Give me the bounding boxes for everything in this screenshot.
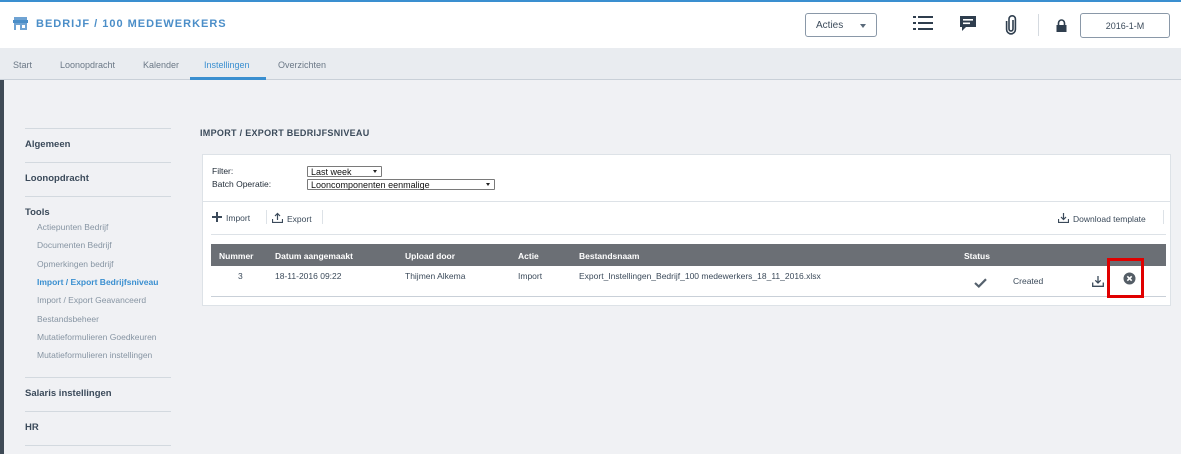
toolbar-underline <box>211 234 1166 235</box>
cell-nummer: 3 <box>238 271 243 281</box>
column-header-actie[interactable]: Actie <box>518 251 539 261</box>
column-header-upload-door[interactable]: Upload door <box>405 251 455 261</box>
download-icon <box>1057 212 1070 225</box>
tab-instellingen[interactable]: Instellingen <box>204 60 250 70</box>
store-icon <box>13 17 28 30</box>
tab-start[interactable]: Start <box>13 60 32 70</box>
period-label: 2016-1-M <box>1105 20 1145 31</box>
column-header-datum-aangemaakt[interactable]: Datum aangemaakt <box>275 251 353 261</box>
toolbar-divider <box>322 210 323 224</box>
chevron-down-icon <box>373 170 377 173</box>
sidebar-item-bestandsbeheer[interactable]: Bestandsbeheer <box>37 314 99 324</box>
plus-icon <box>212 212 222 224</box>
batch-operatie-select[interactable]: Looncomponenten eenmalige <box>307 179 495 190</box>
column-header-bestandsnaam[interactable]: Bestandsnaam <box>579 251 639 261</box>
sidebar-group-tools[interactable]: Tools <box>25 207 50 218</box>
toolbar-divider <box>1163 210 1164 224</box>
sidebar-item-opmerkingen-bedrijf[interactable]: Opmerkingen bedrijf <box>37 259 114 269</box>
main-navigation: Start Loonopdracht Kalender Instellingen… <box>0 48 1181 80</box>
filter-select[interactable]: Last week <box>307 166 382 177</box>
sidebar-divider <box>25 196 171 197</box>
page-title: IMPORT / EXPORT BEDRIJFSNIVEAU <box>200 128 370 138</box>
upload-icon <box>271 212 284 225</box>
batch-operatie-label: Batch Operatie: <box>212 179 272 189</box>
toolbar-divider <box>1038 14 1039 36</box>
comment-icon[interactable] <box>959 15 977 38</box>
active-tab-indicator <box>190 77 266 80</box>
sidebar-item-actiepunten-bedrijf[interactable]: Actiepunten Bedrijf <box>37 222 108 232</box>
breadcrumb[interactable]: BEDRIJF / 100 MEDEWERKERS <box>13 17 227 30</box>
import-button[interactable]: Import <box>212 212 250 224</box>
table-header: Nummer Datum aangemaakt Upload door Acti… <box>211 244 1166 266</box>
cell-status-text: Created <box>1013 276 1044 286</box>
import-label: Import <box>226 213 251 223</box>
sidebar-divider <box>25 162 171 163</box>
list-icon[interactable] <box>913 15 933 36</box>
tab-overzichten[interactable]: Overzichten <box>278 60 326 70</box>
download-file-icon[interactable] <box>1092 274 1104 292</box>
sidebar-group-hr[interactable]: HR <box>25 422 39 433</box>
cell-bestandsnaam: Export_Instellingen_Bedrijf_100 medewerk… <box>579 271 821 281</box>
top-bar: BEDRIJF / 100 MEDEWERKERS Acties 2016-1-… <box>0 0 1181 48</box>
export-button[interactable]: Export <box>271 212 312 225</box>
batch-operatie-select-value: Looncomponenten eenmalige <box>311 180 430 190</box>
sidebar-group-algemeen[interactable]: Algemeen <box>25 139 70 150</box>
chevron-down-icon <box>486 183 490 186</box>
period-selector[interactable]: 2016-1-M <box>1080 13 1170 38</box>
download-template-button[interactable]: Download template <box>1057 212 1146 225</box>
sidebar-item-mutatieformulieren-goedkeuren[interactable]: Mutatieformulieren Goedkeuren <box>37 332 157 342</box>
panel-divider <box>203 201 1170 202</box>
chevron-down-icon <box>860 24 866 28</box>
acties-dropdown[interactable]: Acties <box>805 13 877 37</box>
tab-loonopdracht[interactable]: Loonopdracht <box>60 60 115 70</box>
filter-label: Filter: <box>212 166 234 176</box>
sidebar-divider <box>25 445 171 446</box>
acties-label: Acties <box>816 19 844 31</box>
paperclip-icon[interactable] <box>1005 15 1017 40</box>
sidebar-divider <box>25 411 171 412</box>
import-export-panel: Filter: Last week Batch Operatie: Loonco… <box>202 154 1171 306</box>
delete-highlight-box <box>1107 258 1144 298</box>
column-header-nummer[interactable]: Nummer <box>219 251 253 261</box>
breadcrumb-label: BEDRIJF / 100 MEDEWERKERS <box>36 17 227 30</box>
filter-select-value: Last week <box>311 167 352 177</box>
lock-icon[interactable] <box>1056 19 1067 37</box>
toolbar-divider <box>266 210 267 224</box>
cell-upload-door: Thijmen Alkema <box>405 271 466 281</box>
sidebar-group-loonopdracht[interactable]: Loonopdracht <box>25 173 89 184</box>
download-template-label: Download template <box>1073 213 1146 224</box>
table-row: 3 18-11-2016 09:22 Thijmen Alkema Import… <box>211 266 1166 296</box>
cell-actie: Import <box>518 271 543 281</box>
tab-kalender[interactable]: Kalender <box>143 60 179 70</box>
sidebar-divider <box>25 128 171 129</box>
checkmark-icon <box>974 275 987 293</box>
sidebar-group-salaris-instellingen[interactable]: Salaris instellingen <box>25 388 112 399</box>
cell-datum-aangemaakt: 18-11-2016 09:22 <box>275 271 342 281</box>
export-label: Export <box>287 213 312 224</box>
sidebar-item-mutatieformulieren-instellingen[interactable]: Mutatieformulieren instellingen <box>37 350 152 360</box>
column-header-status[interactable]: Status <box>964 251 990 261</box>
left-edge-bar <box>0 80 4 454</box>
sidebar-item-import-export-geavanceerd[interactable]: Import / Export Geavanceerd <box>37 295 146 305</box>
sidebar-divider <box>25 377 171 378</box>
sidebar-item-documenten-bedrijf[interactable]: Documenten Bedrijf <box>37 240 112 250</box>
row-divider <box>211 296 1166 297</box>
sidebar-item-import-export-bedrijfsniveau[interactable]: Import / Export Bedrijfsniveau <box>37 277 158 287</box>
